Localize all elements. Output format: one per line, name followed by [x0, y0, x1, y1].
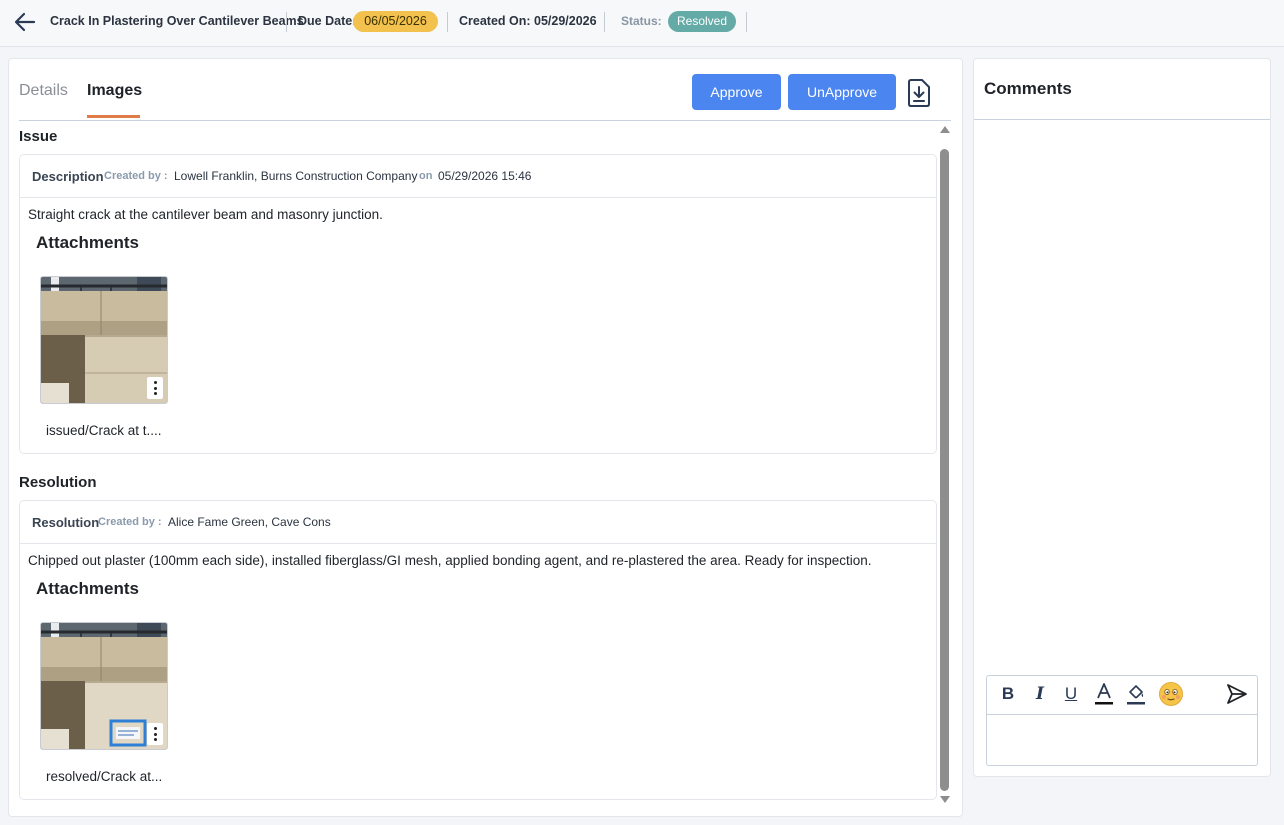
attachments-heading: Attachments: [36, 233, 139, 252]
attachment-thumbnail[interactable]: [40, 276, 168, 404]
page-title: Crack In Plastering Over Cantilever Beam…: [50, 14, 304, 28]
attachment-name[interactable]: issued/Crack at t....: [46, 423, 162, 438]
comments-panel: Comments B I U: [973, 58, 1271, 777]
download-icon[interactable]: [905, 78, 933, 108]
approve-button[interactable]: Approve: [692, 74, 781, 110]
created-date: 05/29/2026 15:46: [438, 169, 532, 183]
divider: [604, 12, 605, 32]
comment-input[interactable]: [988, 716, 1256, 764]
on-label: on: [419, 170, 433, 182]
font-color-icon[interactable]: [1094, 681, 1114, 707]
top-bar: Crack In Plastering Over Cantilever Beam…: [0, 0, 1284, 47]
resolution-description: Chipped out plaster (100mm each side), i…: [28, 553, 872, 568]
italic-icon[interactable]: I: [1031, 681, 1049, 707]
unapprove-button[interactable]: UnApprove: [788, 74, 896, 110]
tab-details[interactable]: Details: [19, 82, 68, 100]
divider: [746, 12, 747, 32]
scroll-down-arrow-icon[interactable]: [939, 795, 951, 805]
resolution-card-header: Resolution Created by : Alice Fame Green…: [20, 501, 936, 544]
back-arrow-icon[interactable]: [12, 9, 38, 35]
created-on-label: Created On: 05/29/2026: [459, 14, 597, 28]
issue-description: Straight crack at the cantilever beam an…: [28, 207, 383, 222]
editor-toolbar: B I U: [987, 676, 1257, 715]
resolution-label: Resolution: [32, 515, 100, 530]
comment-editor: B I U: [986, 675, 1258, 766]
tab-images[interactable]: Images: [87, 82, 142, 100]
send-icon[interactable]: [1225, 681, 1249, 707]
due-date-label: Due Date:: [298, 14, 357, 28]
highlight-color-icon[interactable]: [1126, 681, 1146, 707]
emoji-icon[interactable]: [1158, 681, 1184, 707]
creator-name: Alice Fame Green, Cave Cons: [168, 515, 331, 529]
status-badge: Resolved: [668, 11, 736, 32]
comments-heading: Comments: [984, 79, 1072, 98]
issue-card-header: Description Created by : Lowell Franklin…: [20, 155, 936, 198]
attachment-thumbnail[interactable]: [40, 622, 168, 750]
attachments-heading: Attachments: [36, 579, 139, 598]
bold-icon[interactable]: B: [999, 681, 1017, 707]
attachment-name[interactable]: resolved/Crack at...: [46, 769, 162, 784]
created-by-label: Created by :: [98, 516, 162, 528]
created-by-label: Created by :: [104, 170, 168, 182]
resolution-heading: Resolution: [19, 474, 97, 491]
active-tab-indicator: [87, 115, 140, 118]
issue-heading: Issue: [19, 128, 58, 145]
issue-card: Description Created by : Lowell Franklin…: [19, 154, 937, 454]
more-options-icon[interactable]: [147, 723, 163, 745]
main-panel: Details Images Approve UnApprove Issue D…: [8, 58, 963, 817]
more-options-icon[interactable]: [147, 377, 163, 399]
tab-divider: [19, 120, 951, 121]
divider: [286, 12, 287, 32]
underline-icon[interactable]: U: [1062, 681, 1080, 707]
scroll-up-arrow-icon[interactable]: [939, 124, 951, 134]
description-label: Description: [32, 169, 104, 184]
scrollbar-thumb[interactable]: [940, 149, 949, 791]
creator-name: Lowell Franklin, Burns Construction Comp…: [174, 169, 418, 183]
status-label: Status:: [621, 14, 662, 28]
due-date-badge: 06/05/2026: [353, 11, 438, 32]
resolution-card: Resolution Created by : Alice Fame Green…: [19, 500, 937, 800]
comments-divider: [974, 119, 1270, 120]
divider: [447, 12, 448, 32]
